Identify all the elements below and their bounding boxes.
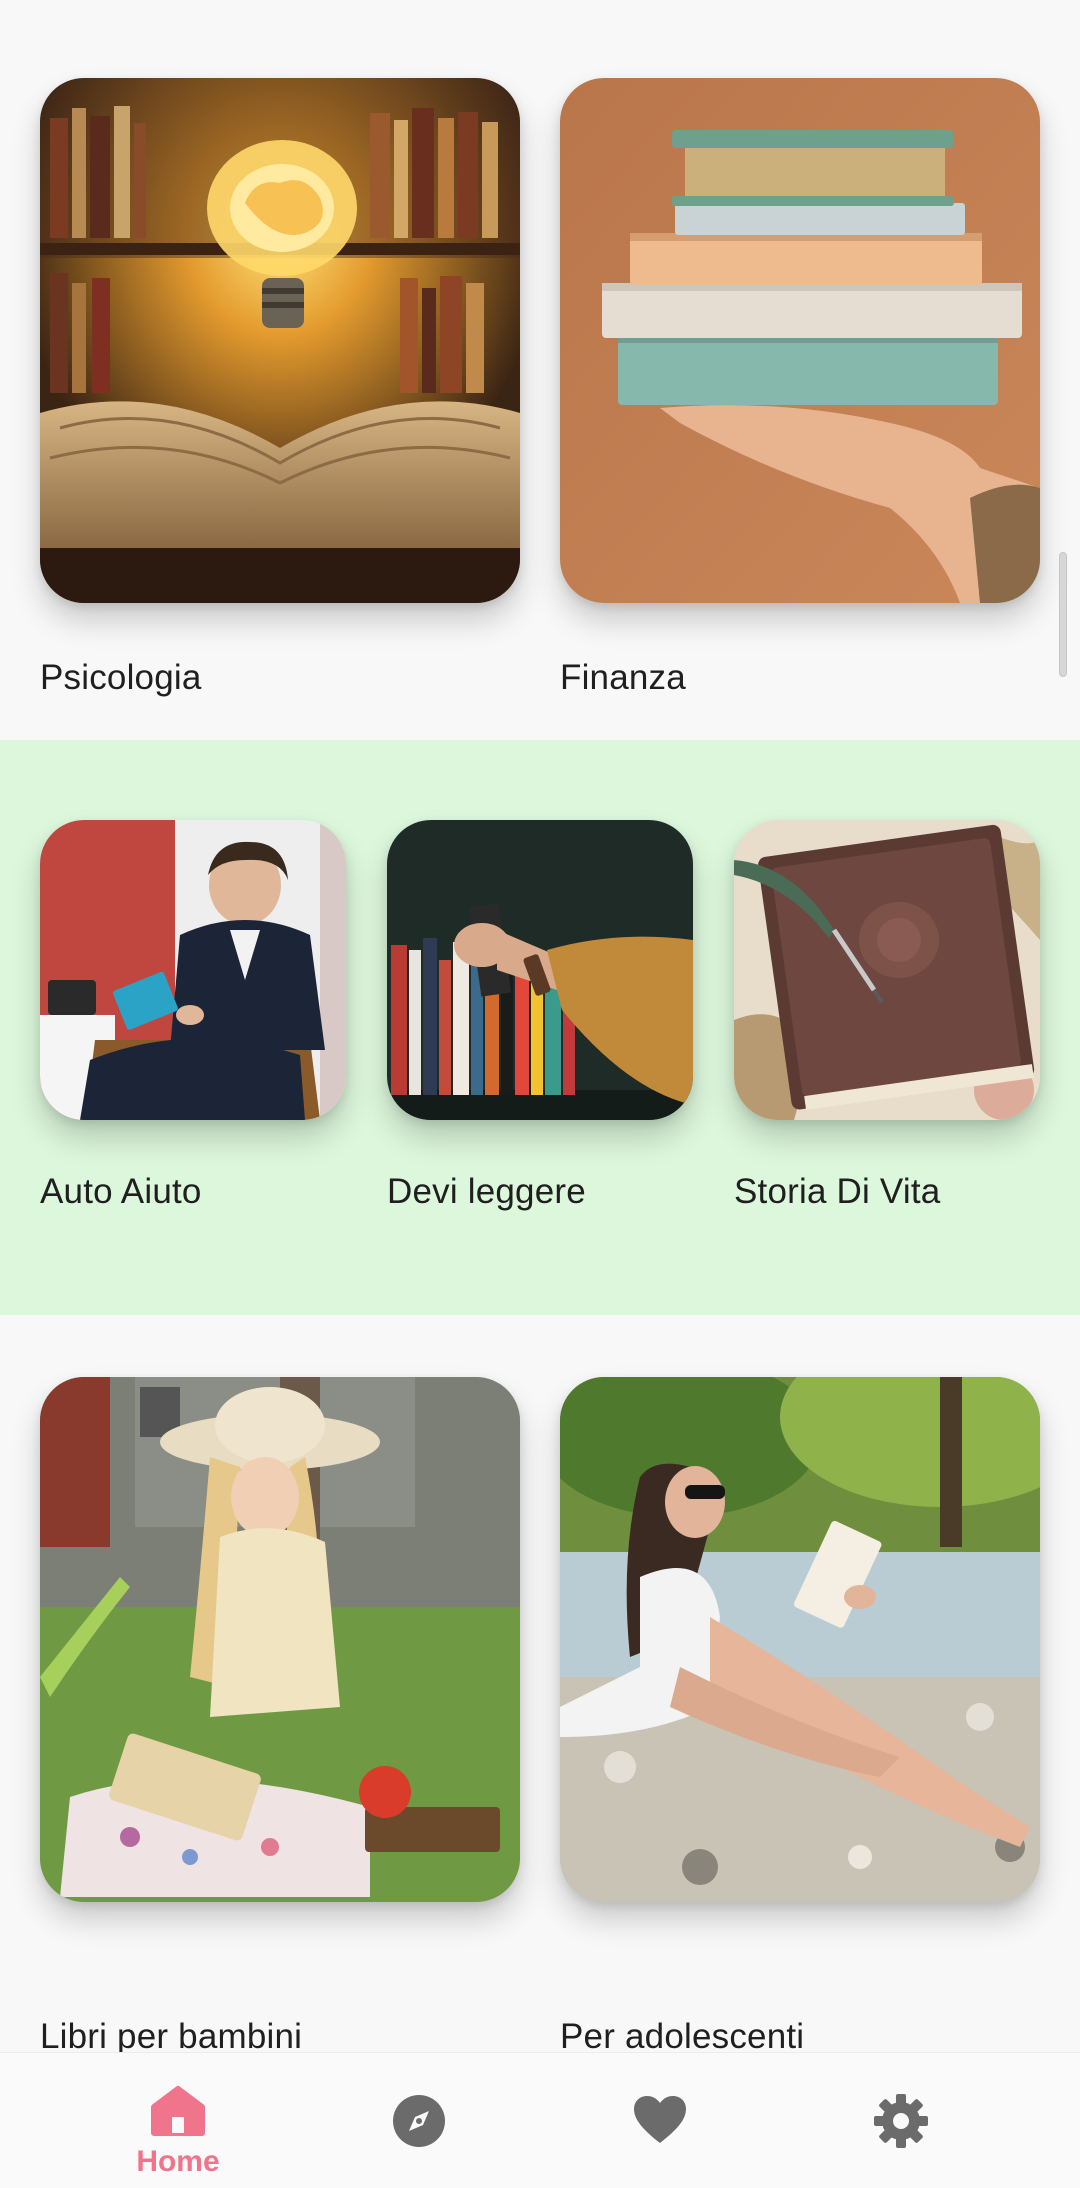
category-image-storia-di-vita[interactable] [734, 820, 1040, 1120]
category-image-finanza[interactable] [560, 78, 1040, 603]
category-image-libri-per-bambini[interactable] [40, 1377, 520, 1902]
nav-item-explore[interactable] [299, 2053, 539, 2188]
heart-icon [634, 2096, 686, 2143]
nav-item-favorites[interactable] [540, 2053, 780, 2188]
category-image-psicologia[interactable] [40, 78, 520, 603]
category-image-devi-leggere[interactable] [387, 820, 693, 1120]
bottom-navigation-bar: Home [0, 2052, 1080, 2188]
category-row-highlight: Auto Aiuto Devi leggere Storia Di Vita [0, 740, 1080, 1315]
home-icon [151, 2086, 205, 2136]
nav-label-home: Home [136, 2145, 220, 2178]
category-label: Psicologia [40, 658, 202, 697]
gear-icon [874, 2094, 928, 2148]
category-image-per-adolescenti[interactable] [560, 1377, 1040, 1902]
scrollbar-thumb[interactable] [1059, 552, 1067, 677]
category-label: Per adolescenti [560, 2017, 805, 2052]
compass-icon [393, 2095, 445, 2147]
category-label: Libri per bambini [40, 2017, 303, 2052]
category-row-age-groups: Libri per bambini Per adolescenti [0, 1315, 1080, 2052]
category-image-auto-aiuto[interactable] [40, 820, 346, 1120]
category-label: Auto Aiuto [40, 1172, 202, 1211]
category-row-featured: Psicologia Finanza [0, 0, 1080, 740]
nav-item-settings[interactable] [781, 2053, 1021, 2188]
category-feed[interactable]: Psicologia Finanza Auto Aiuto Devi legge… [0, 0, 1080, 2052]
category-label: Finanza [560, 658, 686, 697]
category-label: Devi leggere [387, 1172, 586, 1211]
category-label: Storia Di Vita [734, 1172, 941, 1211]
nav-item-home[interactable]: Home [58, 2053, 298, 2188]
